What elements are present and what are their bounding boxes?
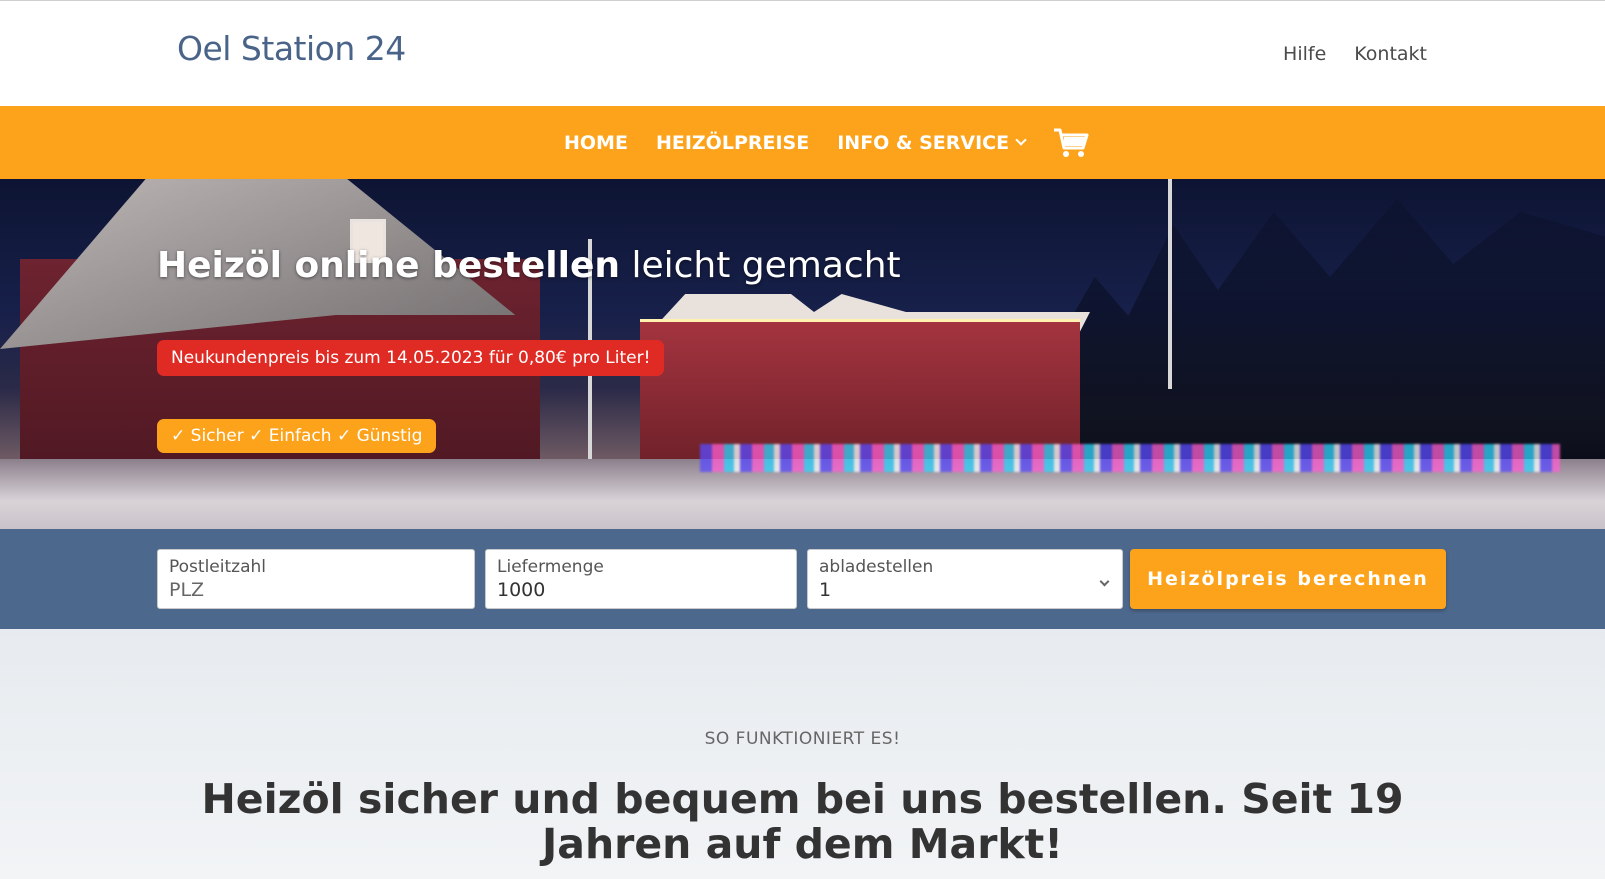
plz-input[interactable] (169, 579, 445, 601)
abladestellen-label: abladestellen (819, 557, 934, 577)
hero-lights (700, 444, 1560, 472)
nav-info-service-label: INFO & SERVICE (837, 131, 1010, 154)
hero-title-bold: Heizöl online bestellen (157, 245, 621, 286)
chevron-down-icon (1015, 134, 1027, 146)
chevron-down-icon (1099, 576, 1110, 587)
benefits-badge: ✓ Sicher ✓ Einfach ✓ Günstig (157, 419, 437, 453)
nav-items: HOME HEIZÖLPREISE INFO & SERVICE (564, 106, 1089, 179)
menge-field: Liefermenge (485, 549, 797, 609)
promo-badge: Neukundenpreis bis zum 14.05.2023 für 0,… (157, 340, 665, 376)
nav-home[interactable]: HOME (564, 132, 628, 154)
abladestellen-value: 1 (819, 579, 832, 601)
nav-info-service[interactable]: INFO & SERVICE (837, 131, 1027, 154)
link-kontakt[interactable]: Kontakt (1354, 43, 1427, 65)
section-label: SO FUNKTIONIERT ES! (704, 729, 901, 749)
hero-banner: Heizöl online bestellen leicht gemacht N… (0, 179, 1605, 529)
plz-field: Postleitzahl (157, 549, 475, 609)
price-form: Postleitzahl Liefermenge abladestellen 1… (0, 529, 1605, 629)
hero-pole (1168, 179, 1172, 389)
hero-title: Heizöl online bestellen leicht gemacht (157, 245, 901, 286)
how-it-works-section: SO FUNKTIONIERT ES! Heizöl sicher und be… (0, 629, 1605, 879)
section-heading: Heizöl sicher und bequem bei uns bestell… (201, 775, 1404, 869)
abladestellen-select[interactable]: abladestellen 1 (807, 549, 1123, 609)
menge-input[interactable] (497, 579, 767, 601)
site-logo[interactable]: Oel Station 24 (177, 29, 406, 68)
plz-label: Postleitzahl (169, 557, 266, 577)
top-links: Hilfe Kontakt (1283, 43, 1427, 65)
hero-title-light: leicht gemacht (631, 245, 901, 286)
nav-heizoelpreise[interactable]: HEIZÖLPREISE (656, 132, 809, 154)
link-hilfe[interactable]: Hilfe (1283, 43, 1326, 65)
calculate-price-button[interactable]: Heizölpreis berechnen (1130, 549, 1446, 609)
top-bar: Oel Station 24 Hilfe Kontakt (0, 0, 1605, 106)
cart-button[interactable] (1053, 127, 1089, 159)
main-nav: HOME HEIZÖLPREISE INFO & SERVICE (0, 106, 1605, 179)
cart-icon (1054, 128, 1089, 157)
menge-label: Liefermenge (497, 557, 604, 577)
hero-trees (1050, 199, 1605, 459)
